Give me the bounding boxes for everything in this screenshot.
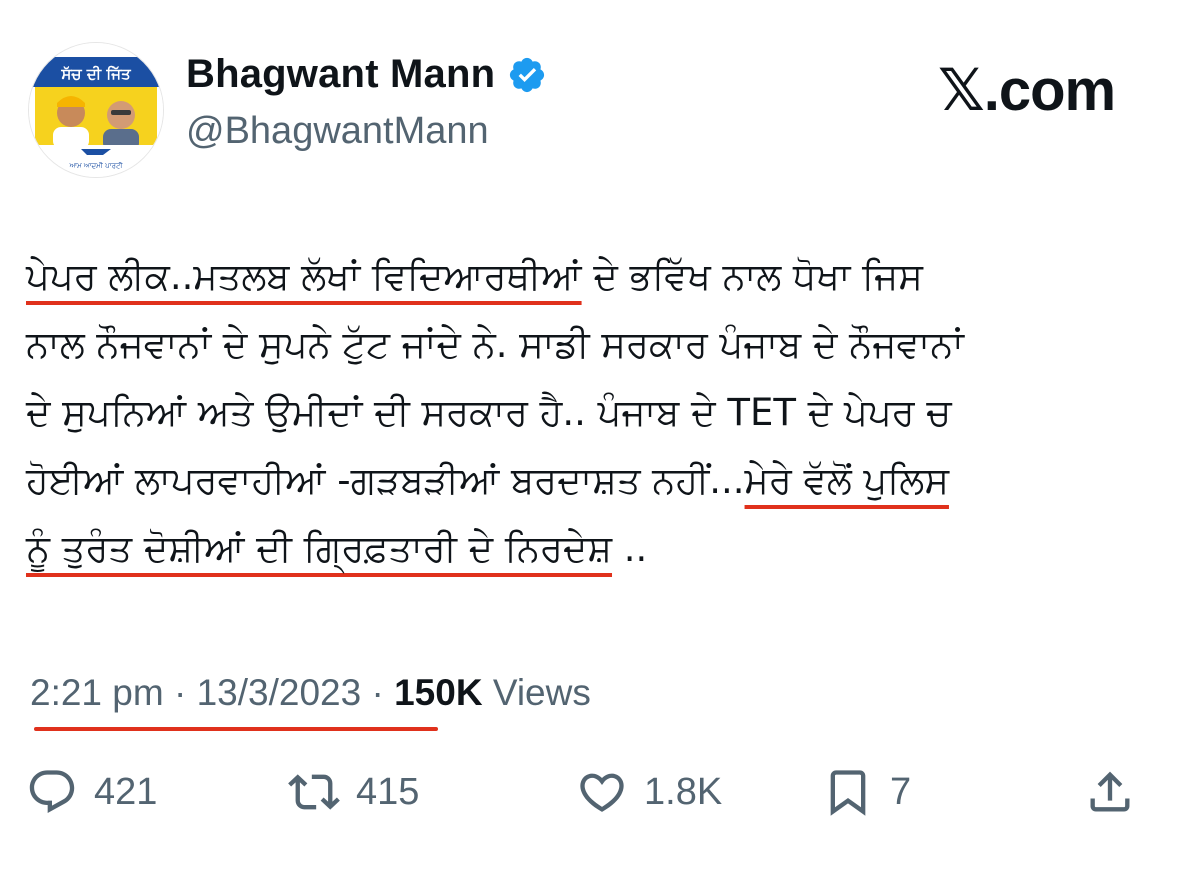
highlighted-phrase: ਨੂੰ ਤੁਰੰਤ ਦੋਸ਼ੀਆਂ ਦੀ ਗ੍ਰਿਫ਼ਤਾਰੀ ਦੇ ਨਿਰਦੇ…: [26, 527, 613, 570]
share-button[interactable]: [1084, 766, 1136, 818]
avatar[interactable]: ਸੱਚ ਦੀ ਜਿੱਤ ਆਮ ਆਦਮੀ ਪਾਰਟੀ: [28, 42, 164, 178]
highlighted-phrase: ਪੇਪਰ ਲੀਕ..ਮਤਲਬ ਲੱਖਾਂ ਵਿਦਿਆਰਥੀਆਂ: [26, 255, 582, 298]
tweet-text-segment: ਦੇ ਭਵਿੱਖ ਨਾਲ ਧੋਖਾ ਜਿਸ: [581, 255, 923, 298]
brand-logo: 𝕏.com: [938, 58, 1116, 123]
bookmark-button[interactable]: 7: [822, 766, 911, 818]
timestamp-highlight-underline: [34, 727, 438, 731]
repost-count: 415: [356, 770, 420, 813]
repost-button[interactable]: 415: [288, 766, 419, 818]
tweet-line: ਨਾਲ ਨੌਜਵਾਨਾਂ ਦੇ ਸੁਪਨੇ ਟੁੱਟ ਜਾਂਦੇ ਨੇ. ਸਾਡ…: [26, 323, 964, 366]
views-label: Views: [482, 672, 591, 713]
verified-badge-icon[interactable]: [507, 55, 547, 95]
tweet-text-segment: ..: [612, 527, 648, 570]
avatar-footer-text: ਆਮ ਆਦਮੀ ਪਾਰਟੀ: [68, 162, 123, 170]
tweet-time[interactable]: 2:21 pm: [30, 672, 164, 713]
tweet-line: ਹੋਈਆਂ ਲਾਪਰਵਾਹੀਆਂ -ਗੜਬੜੀਆਂ ਬਰਦਾਸ਼ਤ ਨਹੀਂ..…: [26, 447, 1146, 515]
heart-icon: [580, 773, 624, 812]
views-count[interactable]: 150K: [394, 672, 482, 713]
repost-icon: [288, 774, 340, 810]
tweet-meta: 2:21 pm · 13/3/2023 · 150K Views: [30, 672, 591, 714]
tweet-line: ਪੇਪਰ ਲੀਕ..ਮਤਲਬ ਲੱਖਾਂ ਵਿਦਿਆਰਥੀਆਂ ਦੇ ਭਵਿੱਖ…: [26, 243, 1146, 311]
avatar-image: ਸੱਚ ਦੀ ਜਿੱਤ ਆਮ ਆਦਮੀ ਪਾਰਟੀ: [29, 43, 163, 177]
reply-count: 421: [94, 770, 158, 813]
reply-button[interactable]: 421: [26, 766, 157, 818]
like-count: 1.8K: [644, 770, 723, 813]
like-button[interactable]: 1.8K: [576, 766, 722, 818]
tweet-actions: 421 415 1.8K 7: [26, 766, 1156, 836]
author-handle[interactable]: @BhagwantMann: [186, 110, 489, 153]
avatar-banner-text: ਸੱਚ ਦੀ ਜਿੱਤ: [60, 65, 132, 83]
meta-separator: ·: [361, 672, 395, 713]
reply-icon: [29, 770, 75, 814]
tweet-text: ਪੇਪਰ ਲੀਕ..ਮਤਲਬ ਲੱਖਾਂ ਵਿਦਿਆਰਥੀਆਂ ਦੇ ਭਵਿੱਖ…: [26, 243, 1146, 583]
bookmark-count: 7: [890, 770, 912, 813]
tweet-text-segment: ਹੋਈਆਂ ਲਾਪਰਵਾਹੀਆਂ -ਗੜਬੜੀਆਂ ਬਰਦਾਸ਼ਤ ਨਹੀਂ..…: [26, 459, 745, 502]
highlighted-phrase: ਮੇਰੇ ਵੱਲੋਂ ਪੁਲਿਸ: [744, 459, 949, 502]
share-icon: [1090, 771, 1130, 812]
author-name-row: Bhagwant Mann: [186, 52, 547, 97]
tweet-line: ਦੇ ਸੁਪਨਿਆਂ ਅਤੇ ਉਮੀਦਾਂ ਦੀ ਸਰਕਾਰ ਹੈ.. ਪੰਜਾ…: [26, 391, 952, 434]
author-name[interactable]: Bhagwant Mann: [186, 52, 495, 97]
meta-separator: ·: [163, 672, 197, 713]
bookmark-icon: [830, 770, 866, 816]
tweet-line: ਨੂੰ ਤੁਰੰਤ ਦੋਸ਼ੀਆਂ ਦੀ ਗ੍ਰਿਫ਼ਤਾਰੀ ਦੇ ਨਿਰਦੇ…: [26, 515, 1146, 583]
tweet-date[interactable]: 13/3/2023: [197, 672, 362, 713]
